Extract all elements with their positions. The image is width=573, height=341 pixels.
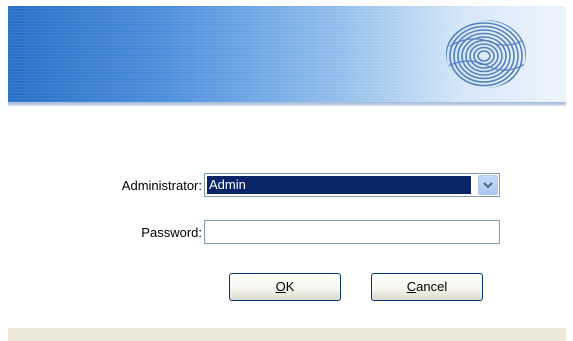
login-form: Administrator: Admin Password: OK Cancel xyxy=(8,106,566,341)
password-field[interactable] xyxy=(204,220,500,244)
cancel-mnemonic: C xyxy=(406,279,417,294)
administrator-selected-value: Admin xyxy=(207,176,471,194)
dialog-footer xyxy=(8,328,566,341)
fingerprint-icon xyxy=(446,20,526,88)
login-dialog: Administrator: Admin Password: OK Cancel xyxy=(8,6,566,341)
ok-label-rest: K xyxy=(285,279,295,294)
administrator-dropdown[interactable]: Admin xyxy=(204,173,500,197)
header-banner xyxy=(8,6,566,102)
password-label: Password: xyxy=(141,225,202,240)
administrator-label: Administrator: xyxy=(121,178,202,193)
cancel-label-rest: ancel xyxy=(416,279,448,294)
ok-mnemonic: O xyxy=(275,279,286,294)
dropdown-button[interactable] xyxy=(478,175,498,195)
chevron-down-icon xyxy=(483,182,493,189)
ok-button[interactable]: OK xyxy=(229,273,341,301)
cancel-button[interactable]: Cancel xyxy=(371,273,483,301)
